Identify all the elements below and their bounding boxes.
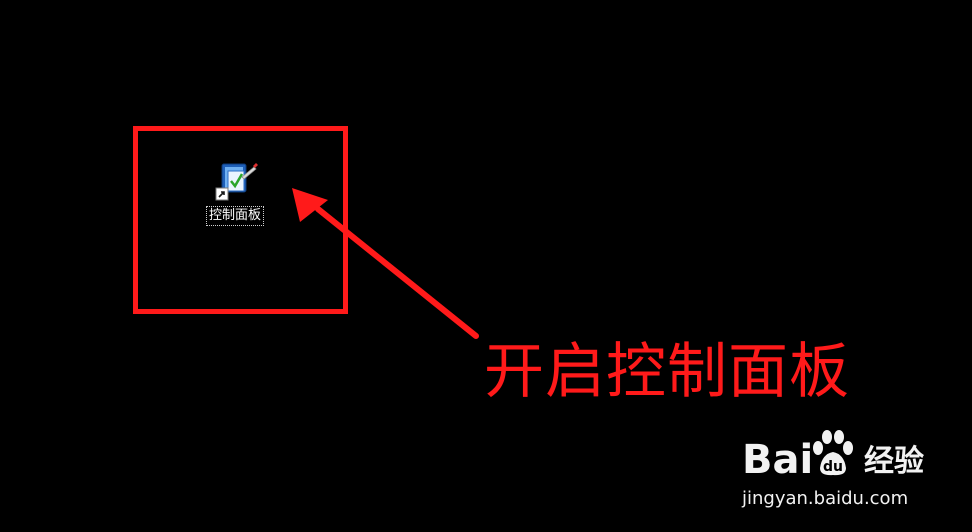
baidu-paw-icon: du [813, 430, 853, 476]
control-panel-icon [215, 163, 258, 201]
control-panel-shortcut[interactable]: 控制面板 [200, 162, 276, 230]
shortcut-label[interactable]: 控制面板 [206, 206, 265, 226]
shortcut-arrow-icon [215, 187, 229, 201]
baidu-jingyan-watermark: Bai du 经验 jingyan.baidu.com [740, 428, 960, 518]
desktop[interactable]: 控制面板 开启控制面板 Bai du 经验 jingyan.baidu.com [0, 0, 972, 532]
svg-text:du: du [823, 459, 843, 475]
watermark-brand: Bai [742, 437, 814, 483]
annotation-caption: 开启控制面板 [484, 337, 850, 407]
watermark-url: jingyan.baidu.com [742, 488, 909, 509]
watermark-brand-suffix: 经验 [864, 444, 924, 479]
